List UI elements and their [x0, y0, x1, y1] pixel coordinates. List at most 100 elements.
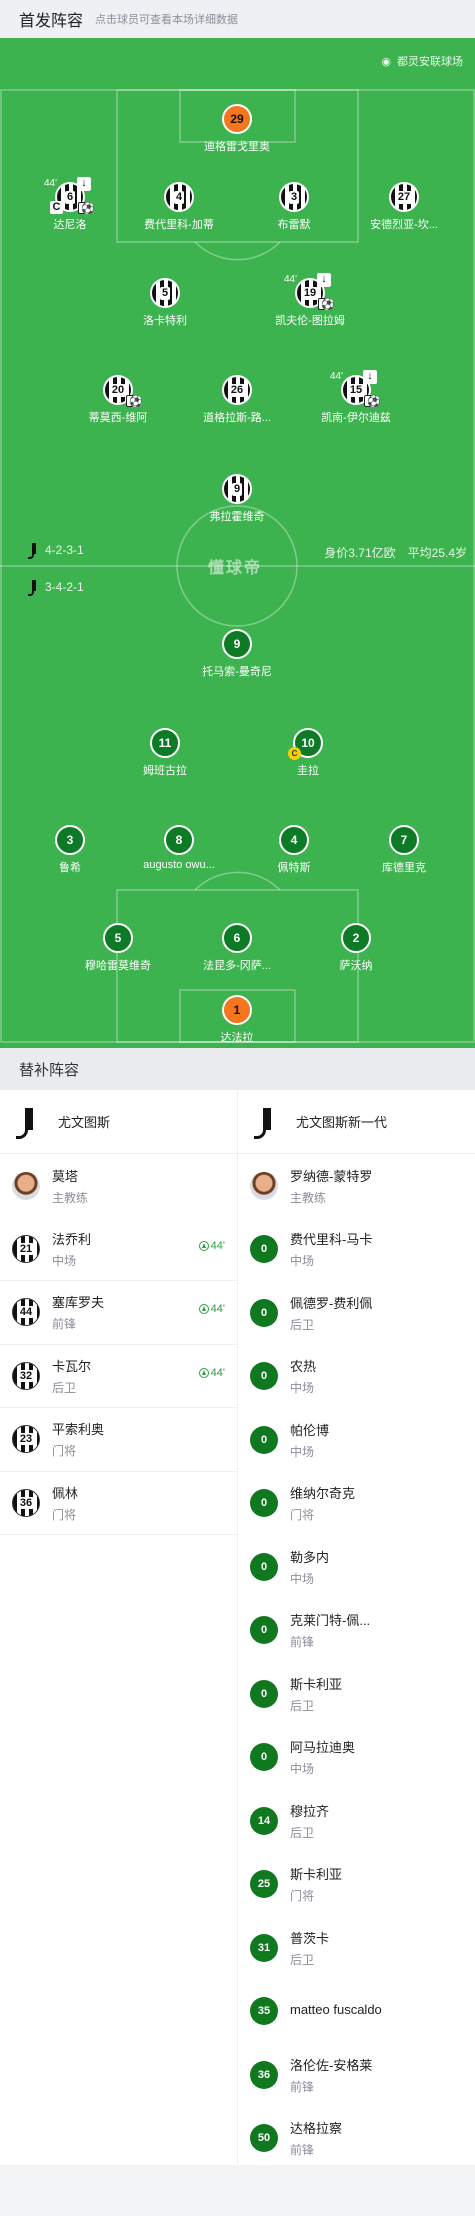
player-name: 安德烈亚-坎...	[370, 219, 438, 231]
player-name: 达尼洛	[53, 219, 87, 231]
sub-player-row[interactable]: 0 阿马拉迪奥 中场	[238, 1726, 475, 1790]
sub-player-row[interactable]: 0 斯卡利亚后卫	[238, 1662, 475, 1726]
sub-in-time: 44'	[210, 1303, 225, 1315]
home-player[interactable]: 20 ⚽ 蒂莫西-维阿	[58, 375, 178, 425]
player-name: 姆班古拉	[143, 765, 187, 777]
sub-player-row[interactable]: 0 勒多内 中场	[238, 1535, 475, 1599]
player-name: 凯南-伊尔迪兹	[321, 412, 391, 424]
lineup-title: 首发阵容	[19, 13, 84, 30]
home-formation-label: 4-2-3-1	[28, 543, 84, 559]
team-value-amount: 身价3.71亿欧	[324, 546, 396, 560]
sub-player-position: 后卫	[290, 1317, 315, 1332]
sub-player-row[interactable]: 31 普茨卡 后卫	[238, 1916, 475, 1980]
away-player[interactable]: 1 达法拉	[177, 995, 297, 1045]
jersey-number: 4	[290, 833, 298, 847]
home-team-row[interactable]: 尤文图斯	[0, 1090, 237, 1154]
sub-player-name: 塞库罗夫	[52, 1295, 105, 1311]
sub-player-position: 后卫	[290, 1698, 315, 1713]
home-player[interactable]: 44' 6 ↓ ⚽ C 达尼洛	[10, 177, 130, 232]
jersey-icon: 0	[250, 1679, 278, 1708]
jersey-number: 10	[301, 736, 315, 750]
sub-player-row[interactable]: 36 佩林 门将	[0, 1472, 237, 1535]
jersey-number: 0	[260, 1497, 268, 1510]
sub-player-name: 斯卡利亚	[290, 1676, 343, 1692]
coach-name: 罗纳德-蒙特罗	[290, 1168, 373, 1184]
jersey-number: 11	[158, 736, 172, 750]
jersey-icon: 0	[250, 1552, 278, 1581]
sub-player-row[interactable]: 32 卡瓦尔 后卫 44'	[0, 1345, 237, 1408]
player-name: 蒂莫西-维阿	[88, 412, 148, 424]
jersey-number: 9	[231, 482, 243, 496]
sub-player-row[interactable]: 50 达格拉察 前锋	[238, 2107, 475, 2171]
player-name: 达法拉	[220, 1032, 254, 1044]
away-coach[interactable]: 罗纳德-蒙特罗 主教练	[238, 1154, 475, 1218]
away-player[interactable]: 7 库德里克	[344, 825, 464, 875]
away-player[interactable]: 2 萨沃纳	[296, 923, 416, 973]
jersey-number: 3	[288, 190, 300, 204]
home-player[interactable]: 5 洛卡特利	[105, 278, 225, 328]
sub-player-row[interactable]: 35 matteo fuscaldo	[238, 1980, 475, 2044]
away-player[interactable]: 4 佩特斯	[234, 825, 354, 875]
sub-player-row[interactable]: 14 穆拉齐 后卫	[238, 1789, 475, 1853]
sub-player-row[interactable]: 0 帕伦博 中场	[238, 1408, 475, 1472]
sub-player-row[interactable]: 21 法乔利 中场 44'	[0, 1218, 237, 1281]
sub-player-row[interactable]: 0 费代里科-马卡 中场	[238, 1218, 475, 1282]
away-player[interactable]: 9 托马索-曼奇尼	[177, 629, 297, 679]
jersey-number: 6	[64, 190, 76, 204]
home-player[interactable]: 27 安德烈亚-坎...	[344, 182, 464, 232]
jersey-number: 20	[109, 383, 127, 397]
player-name: 库德里克	[382, 862, 426, 874]
sub-player-name: 农热	[290, 1359, 317, 1375]
sub-player-row[interactable]: 36 洛伦佐-安格莱 前锋	[238, 2043, 475, 2107]
coach-avatar	[12, 1171, 40, 1200]
away-player[interactable]: 5 穆哈雷莫维奇	[58, 923, 178, 973]
sub-player-row[interactable]: 0 维纳尔奇克 门将	[238, 1472, 475, 1536]
sub-player-name: 费代里科-马卡	[290, 1232, 373, 1248]
home-player[interactable]: 3 布雷默	[234, 182, 354, 232]
away-player[interactable]: 3 鲁希	[10, 825, 130, 875]
jersey-number: 25	[257, 1878, 271, 1891]
sub-player-name: 穆拉齐	[290, 1803, 330, 1819]
sub-player-row[interactable]: 0 克莱门特-佩... 前锋	[238, 1599, 475, 1663]
player-name: 鲁希	[59, 862, 81, 874]
sub-player-name: 佩林	[52, 1485, 79, 1501]
jersey-number: 26	[228, 383, 246, 397]
sub-player-row[interactable]: 0 农热 中场	[238, 1345, 475, 1409]
jersey-icon: 50	[250, 2124, 278, 2153]
home-player[interactable]: 29 迪格雷戈里奥	[177, 104, 297, 154]
sub-player-row[interactable]: 25 斯卡利亚 门将	[238, 1853, 475, 1917]
sub-player-position: 中场	[290, 1381, 315, 1396]
sub-player-name: 法乔利	[52, 1231, 92, 1247]
sub-player-name: 维纳尔奇克	[290, 1486, 356, 1502]
away-player[interactable]: 10 C 圭拉	[248, 728, 368, 778]
home-player[interactable]: 9 弗拉霍维奇	[177, 474, 297, 524]
home-player[interactable]: 44' 15 ↓ ⚽ 凯南-伊尔迪兹	[296, 370, 416, 425]
jersey-icon: 0	[250, 1425, 278, 1454]
away-player[interactable]: 8 augusto owu...	[119, 825, 239, 871]
jersey-number: 0	[260, 1243, 268, 1256]
away-player[interactable]: 11 姆班古拉	[105, 728, 225, 778]
away-player[interactable]: 6 法昆多-冈萨...	[177, 923, 297, 973]
jersey-number: 29	[230, 112, 244, 126]
jersey-icon: 0	[250, 1235, 278, 1264]
away-team-row[interactable]: 尤文图斯新一代	[238, 1090, 475, 1154]
sub-player-row[interactable]: 23 平索利奥 门将	[0, 1408, 237, 1472]
player-name: 托马索-曼奇尼	[202, 666, 272, 678]
jersey-number: 27	[395, 190, 413, 204]
sub-player-row[interactable]: 0 佩德罗-费利佩 后卫	[238, 1281, 475, 1345]
stadium-icon: ◉	[381, 55, 391, 68]
jersey-icon: 5	[150, 278, 180, 308]
jersey-icon: 35	[250, 1997, 278, 2026]
home-player[interactable]: 44' 19 ↓ ⚽ 凯夫伦-图拉姆	[250, 273, 370, 328]
home-coach[interactable]: 莫塔 主教练	[0, 1154, 237, 1218]
substitutes-panel: 尤文图斯 莫塔 主教练 21 法乔利 中场 44' 44 塞库罗夫 前锋 44' 32 卡瓦尔 后卫…	[0, 1090, 475, 2165]
jersey-number: 0	[260, 1433, 268, 1446]
juventus-ng-logo-icon	[28, 580, 37, 596]
sub-in-time: 44'	[210, 1239, 225, 1252]
jersey-icon: 14	[250, 1806, 278, 1835]
home-player[interactable]: 26 道格拉斯-路...	[177, 375, 297, 425]
home-player[interactable]: 4 费代里科-加蒂	[119, 182, 239, 232]
jersey-icon: 3	[55, 825, 85, 855]
sub-time: 44'	[284, 274, 298, 285]
sub-player-row[interactable]: 44 塞库罗夫 前锋 44'	[0, 1281, 237, 1345]
